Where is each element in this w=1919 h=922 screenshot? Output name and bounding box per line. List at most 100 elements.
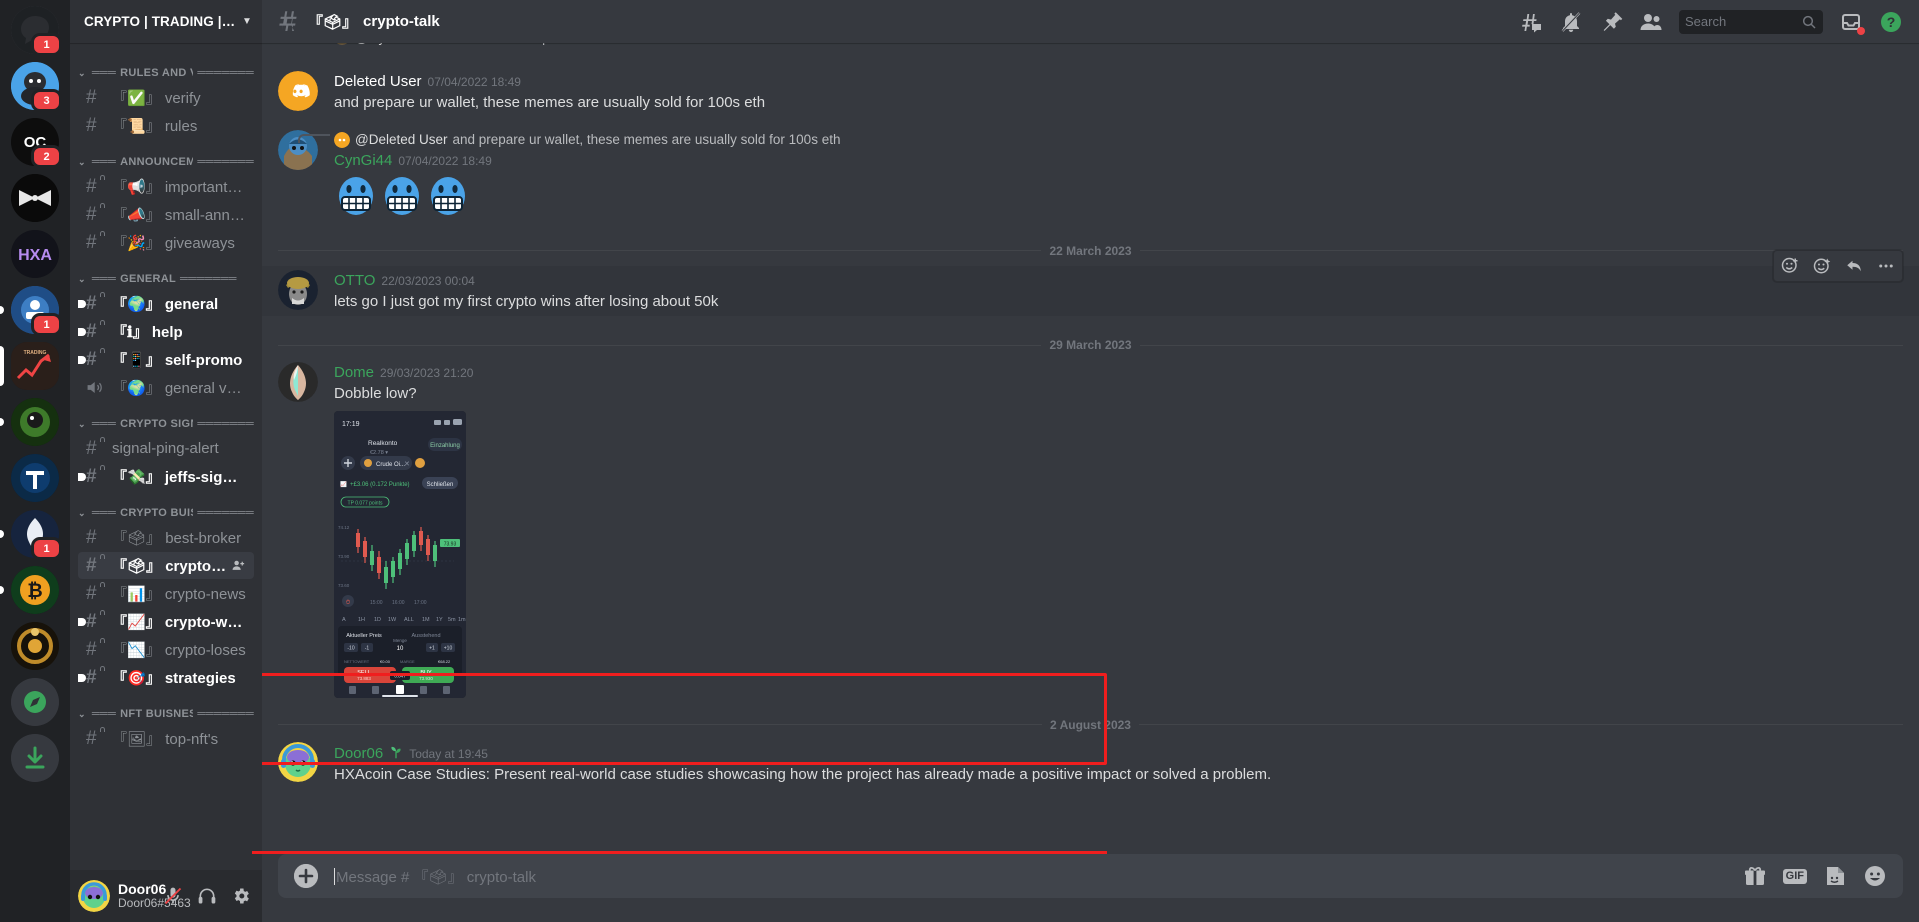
sticker-icon[interactable] — [1823, 864, 1847, 888]
server-icon-7[interactable]: TRADING — [0, 342, 70, 390]
add-super-reaction-icon[interactable] — [1806, 251, 1838, 281]
sidebar-channel-label: 『📜』 rules — [112, 118, 198, 135]
message-author[interactable]: Deleted User — [334, 71, 422, 93]
add-reaction-icon[interactable] — [1774, 251, 1806, 281]
server-icon-6[interactable]: 1 — [0, 286, 70, 336]
category-header-nft-buisness[interactable]: ⌄ ═══NFT BUISNESS═══════ — [70, 692, 262, 724]
message-dome[interactable]: Dome 29/03/2023 21:20 Dobble low? 17:19 — [262, 360, 1919, 700]
message-attachment-trading-screenshot[interactable]: 17:19 Realkonto €2.78 ▾ Einzahlung Crude… — [334, 410, 466, 698]
sidebar-channel-generalvoice[interactable]: 『🌍』 general voice — [78, 374, 254, 401]
sidebar-channel-verify[interactable]: # 『✅』 verify — [78, 84, 254, 111]
message-composer[interactable]: Message # 『🗳』 crypto-talk GIF — [278, 854, 1903, 898]
date-divider: 2 August 2023 — [278, 718, 1904, 732]
divider-line — [278, 724, 1043, 726]
sidebar-channel-signal-ping-alert[interactable]: # signal-ping-alert — [78, 435, 254, 462]
svg-text:+£3.06 (0.172 Punkte): +£3.06 (0.172 Punkte) — [350, 482, 410, 488]
server-icon-10[interactable]: 1 — [0, 510, 70, 560]
reply-text: wow i'd like to take part — [426, 43, 565, 45]
notification-muted-icon[interactable] — [1559, 10, 1583, 34]
gift-icon[interactable] — [1743, 864, 1767, 888]
server-icon-5[interactable]: HXA — [0, 230, 70, 278]
sidebar-channel-best-broker[interactable]: # 『🗳』 best-broker — [78, 524, 254, 551]
avatar[interactable] — [278, 269, 318, 310]
avatar[interactable] — [278, 741, 318, 782]
channel-list[interactable]: ⌄═══RULES AND VERIFY═══════#『✅』 verify#『… — [70, 43, 262, 870]
search-input[interactable] — [1685, 14, 1801, 29]
svg-text:TP 0.077 points: TP 0.077 points — [348, 500, 383, 506]
message-hover-actions[interactable] — [1773, 249, 1903, 282]
sidebar-channel-crypto-news[interactable]: # 『📊』 crypto-news — [78, 580, 254, 607]
message-input[interactable]: Message # 『🗳』 crypto-talk — [334, 855, 1743, 898]
sidebar-channel-general[interactable]: # 『🌍』 general — [78, 290, 254, 317]
more-actions-icon[interactable] — [1870, 251, 1902, 281]
message-author[interactable]: Dome — [334, 362, 374, 384]
server-icon-11[interactable]: ₿ — [0, 566, 70, 614]
help-icon[interactable]: ? — [1879, 10, 1903, 34]
sidebar-channel-crypto-talk[interactable]: # 『🗳』 crypto-talk — [78, 552, 254, 579]
lock-icon — [100, 638, 105, 643]
category-header-general[interactable]: ⌄ ═══ GENERAL ═══════ — [70, 257, 262, 289]
reply-context[interactable]: @CynGi44 wow i'd like to take part — [334, 43, 1871, 47]
hash-lock-icon: # — [86, 203, 106, 224]
category-header-crypto-buisness[interactable]: ⌄ ═══CRYPTO BUISNESS ═══════ — [70, 491, 262, 523]
message-scroller[interactable]: @CynGi44 wow i'd like to take part Delet… — [262, 43, 1919, 854]
server-icon-12[interactable] — [0, 622, 70, 670]
threads-icon[interactable] — [1519, 10, 1543, 34]
sidebar-channel-top-nfts[interactable]: # 『🖼』 top-nft's — [78, 725, 254, 752]
search-box[interactable] — [1679, 9, 1823, 34]
member-list-icon[interactable] — [1639, 10, 1663, 34]
avatar[interactable] — [278, 362, 318, 403]
guild-header[interactable]: CRYPTO | TRADING | CO... ▼ — [70, 0, 262, 43]
emoji-icon[interactable] — [1863, 864, 1887, 888]
message-author[interactable]: CynGi44 — [334, 150, 392, 172]
gear-icon[interactable] — [228, 883, 254, 909]
sidebar-channel-crypto-wins[interactable]: # 『📈』 crypto-wins — [78, 608, 254, 635]
server-icon-4[interactable] — [0, 174, 70, 222]
sidebar-channel-important-anno[interactable]: # 『📢』 important-anno... — [78, 173, 254, 200]
category-header-crypto-signals[interactable]: ⌄ ═══CRYPTO SIGNALS ═══════ — [70, 402, 262, 434]
reply-author[interactable]: @Deleted User — [355, 132, 448, 147]
message-list[interactable]: @CynGi44 wow i'd like to take part Delet… — [262, 43, 1919, 854]
chevron-down-icon: ⌄ — [78, 507, 86, 518]
message-door06[interactable]: Door06 Today at 19:45 HXAcoin Case Studi… — [262, 740, 1919, 788]
sidebar-channel-help[interactable]: # 『ℹ』 help — [78, 318, 254, 345]
sidebar-channel-jeffs-signals[interactable]: # 『💸』 jeffs-signals — [78, 463, 254, 490]
server-icon-13-explore[interactable] — [0, 678, 70, 726]
server-icon-9[interactable] — [0, 454, 70, 502]
server-icon-2[interactable]: 3 — [0, 62, 70, 112]
avatar[interactable] — [278, 71, 318, 111]
sidebar-channel-crypto-loses[interactable]: # 『📉』 crypto-loses — [78, 636, 254, 663]
divider-line — [278, 250, 1042, 252]
sidebar-channel-small-announce[interactable]: # 『📣』 small-announce... — [78, 201, 254, 228]
svg-text:73.930: 73.930 — [419, 676, 433, 681]
hash-lock-icon: # — [86, 610, 106, 631]
create-invite-icon[interactable] — [231, 558, 246, 573]
message-author[interactable]: OTTO — [334, 270, 375, 292]
composer-area: Message # 『🗳』 crypto-talk GIF — [252, 851, 1919, 922]
sidebar-channel-giveaways[interactable]: # 『🎉』 giveaways — [78, 229, 254, 256]
server-icon-8[interactable] — [0, 398, 70, 446]
avatar[interactable] — [78, 880, 110, 912]
server-icon-3[interactable]: OC 2 — [0, 118, 70, 168]
headset-icon[interactable] — [194, 883, 220, 909]
user-identity[interactable]: Door06 Door06#5463 — [118, 881, 191, 911]
gif-icon[interactable]: GIF — [1782, 868, 1807, 884]
category-header-announcements[interactable]: ⌄ ═══ANNOUNCEMENTS═══════ — [70, 140, 262, 172]
reply-icon[interactable] — [1838, 251, 1870, 281]
reply-context[interactable]: @Deleted User and prepare ur wallet, the… — [298, 130, 1871, 150]
server-icon-1[interactable]: 1 — [0, 6, 70, 56]
inbox-icon[interactable] — [1839, 10, 1865, 35]
sidebar-channel-label: 『🎯』 strategies — [112, 670, 236, 687]
attach-plus-icon[interactable] — [294, 864, 318, 888]
sidebar-channel-strategies[interactable]: # 『🎯』 strategies — [78, 664, 254, 691]
server-icon-14-download[interactable] — [0, 734, 70, 782]
sidebar-channel-rules[interactable]: # 『📜』 rules — [78, 112, 254, 139]
sidebar-channel-self-promo[interactable]: # 『📱』 self-promo — [78, 346, 254, 373]
message-otto[interactable]: OTTO 22/03/2023 00:04 lets go I just got… — [262, 249, 1919, 317]
message-deleted-user[interactable]: Deleted User 07/04/2022 18:49 and prepar… — [262, 69, 1919, 116]
pinned-messages-icon[interactable] — [1599, 10, 1623, 34]
message-cyngi44[interactable]: @Deleted User and prepare ur wallet, the… — [262, 128, 1919, 220]
category-header-rules-and-verify[interactable]: ⌄ ═══RULES AND VERIFY ═══════ — [70, 51, 262, 83]
microphone-muted-icon[interactable] — [160, 883, 186, 909]
message-author[interactable]: Door06 — [334, 743, 383, 765]
